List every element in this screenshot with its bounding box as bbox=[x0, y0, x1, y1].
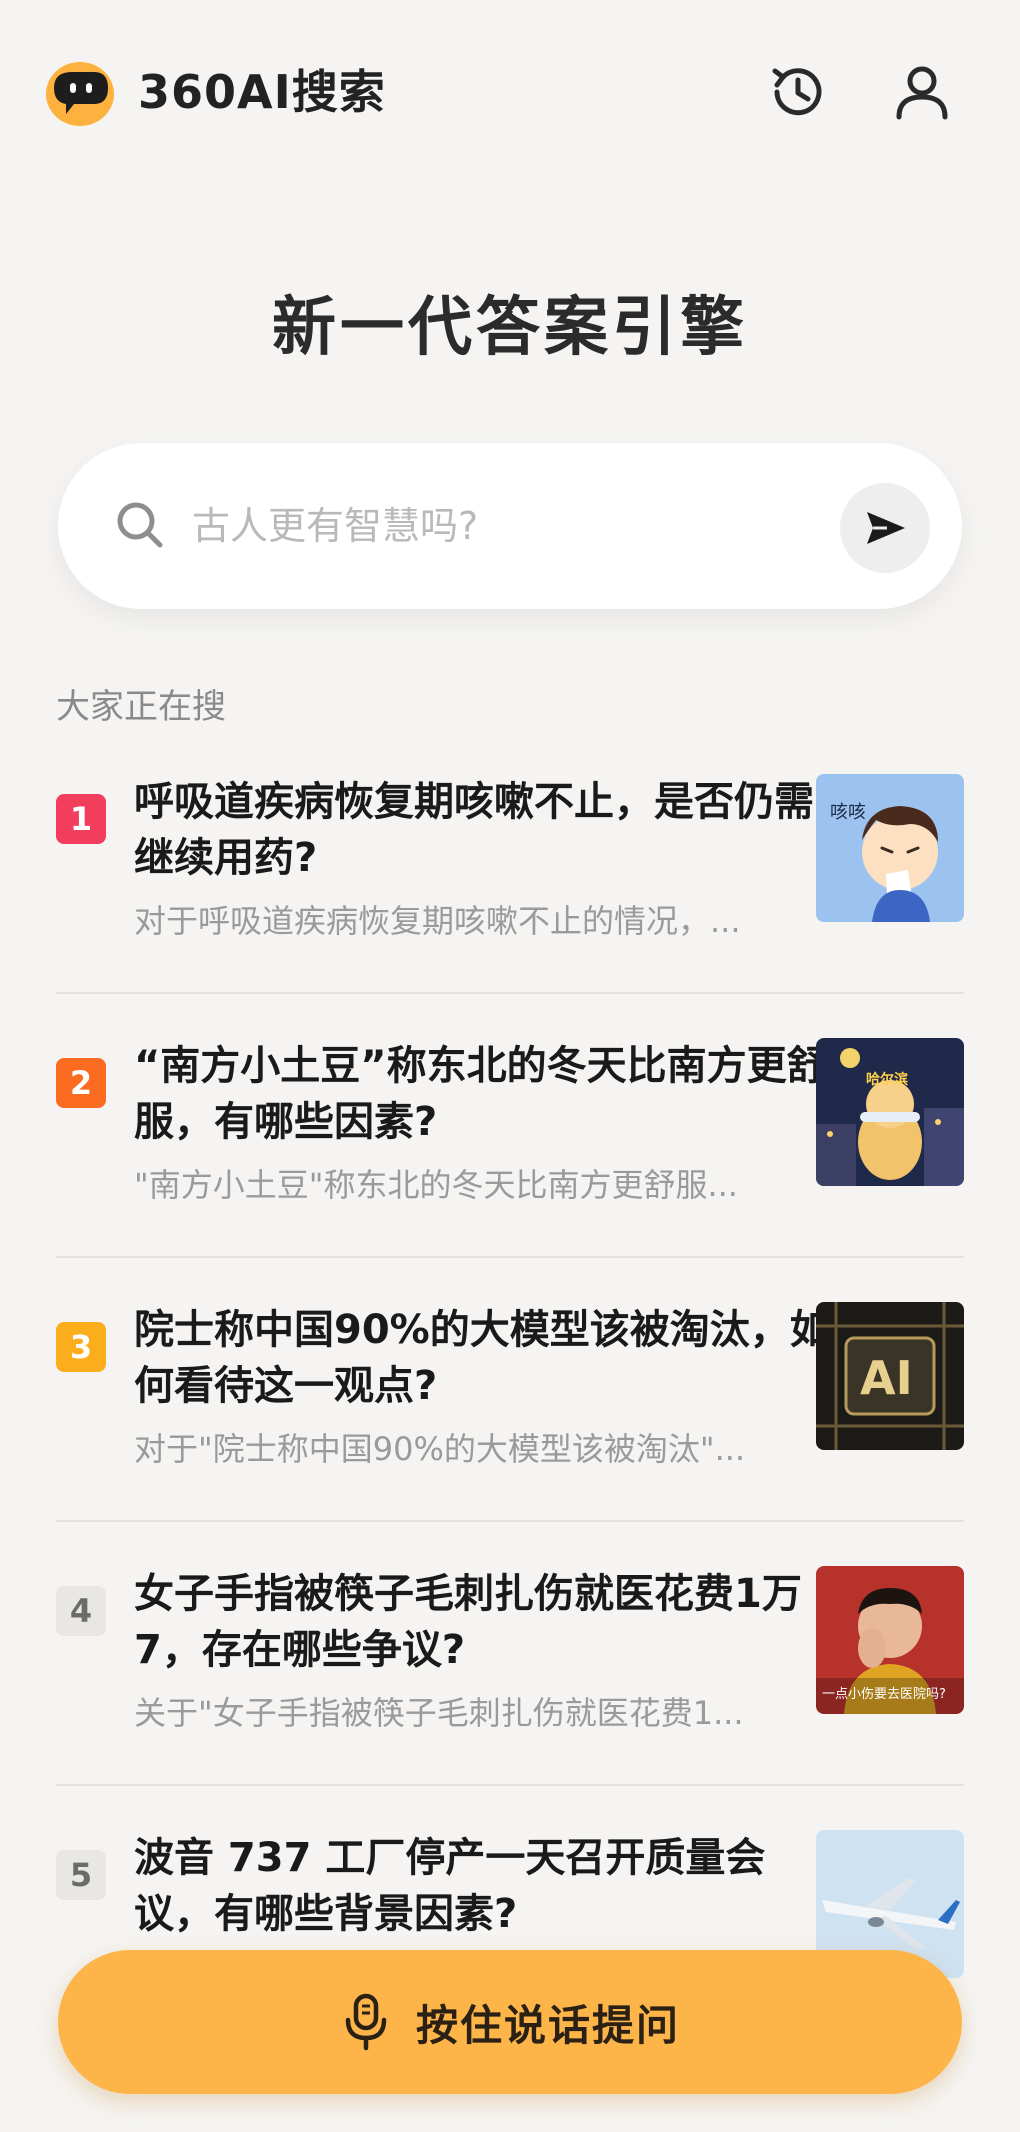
trending-item[interactable]: 3 院士称中国90%的大模型该被淘汰，如何看待这一观点? 对于"院士称中国90%… bbox=[56, 1302, 964, 1566]
home-page: 360AI搜索 新一代答案引擎 古人更有智慧吗? 大家正在搜 1 呼吸道疾病恢复… bbox=[0, 0, 1020, 2132]
send-arrow-icon bbox=[867, 512, 905, 544]
user-button[interactable] bbox=[886, 56, 958, 128]
rank-badge: 1 bbox=[56, 794, 106, 844]
question-thumbnail[interactable]: AI bbox=[816, 1302, 964, 1450]
trending-item[interactable]: 2 “南方小土豆”称东北的冬天比南方更舒服，有哪些因素? "南方小土豆"称东北的… bbox=[56, 1038, 964, 1302]
voice-button-label: 按住说话提问 bbox=[415, 2000, 680, 2050]
coughing-boy-illustration: 咳咳 bbox=[816, 774, 964, 922]
question-thumbnail[interactable]: 咳咳 bbox=[816, 774, 964, 922]
question-title[interactable]: 院士称中国90%的大模型该被淘汰，如何看待这一观点? bbox=[134, 1302, 842, 1414]
snow-city-illustration: 哈尔滨 bbox=[816, 1038, 964, 1186]
rank-badge: 5 bbox=[56, 1850, 106, 1900]
thumbnail-caption: AI bbox=[860, 1351, 913, 1405]
divider bbox=[56, 1520, 964, 1522]
microphone-icon bbox=[345, 1993, 387, 2051]
trending-item[interactable]: 4 女子手指被筷子毛刺扎伤就医花费1万7，存在哪些争议? 关于"女子手指被筷子毛… bbox=[56, 1566, 964, 1830]
divider bbox=[56, 1784, 964, 1786]
logo-icon[interactable] bbox=[44, 58, 116, 128]
trending-label: 大家正在搜 bbox=[56, 687, 226, 727]
trending-item[interactable]: 1 呼吸道疾病恢复期咳嗽不止，是否仍需继续用药? 对于呼吸道疾病恢复期咳嗽不止的… bbox=[56, 774, 964, 1038]
search-box[interactable] bbox=[58, 443, 962, 609]
thumbnail-caption: 哈尔滨 bbox=[866, 1071, 908, 1088]
question-title[interactable]: 女子手指被筷子毛刺扎伤就医花费1万7，存在哪些争议? bbox=[134, 1566, 842, 1678]
question-thumbnail[interactable]: 一点小伤要去医院吗? bbox=[816, 1566, 964, 1714]
rank-badge: 4 bbox=[56, 1586, 106, 1636]
history-clock-icon bbox=[772, 68, 822, 116]
question-title[interactable]: “南方小土豆”称东北的冬天比南方更舒服，有哪些因素? bbox=[134, 1038, 842, 1150]
history-button[interactable] bbox=[762, 56, 834, 128]
user-profile-icon bbox=[896, 66, 948, 120]
send-button[interactable] bbox=[840, 483, 930, 573]
rank-badge: 3 bbox=[56, 1322, 106, 1372]
question-snippet: 对于呼吸道疾病恢复期咳嗽不止的情况，... bbox=[134, 902, 741, 940]
search-input[interactable] bbox=[192, 483, 752, 569]
question-snippet: "南方小土豆"称东北的冬天比南方更舒服... bbox=[134, 1166, 738, 1204]
question-title[interactable]: 呼吸道疾病恢复期咳嗽不止，是否仍需继续用药? bbox=[134, 774, 842, 886]
question-snippet: 对于"院士称中国90%的大模型该被淘汰"... bbox=[134, 1430, 746, 1468]
top-header: 360AI搜索 bbox=[0, 0, 1020, 190]
question-title[interactable]: 波音 737 工厂停产一天召开质量会议，有哪些背景因素? bbox=[134, 1830, 842, 1942]
voice-ask-button[interactable]: 按住说话提问 bbox=[58, 1950, 962, 2094]
brand-name: 360AI搜索 bbox=[138, 65, 386, 119]
search-icon bbox=[117, 502, 163, 548]
ai-chip-illustration: AI bbox=[816, 1302, 964, 1450]
video-person-illustration: 一点小伤要去医院吗? bbox=[816, 1566, 964, 1714]
hero-title: 新一代答案引擎 bbox=[272, 291, 748, 365]
question-thumbnail[interactable]: 哈尔滨 bbox=[816, 1038, 964, 1186]
thumbnail-caption: 一点小伤要去医院吗? bbox=[822, 1687, 946, 1702]
divider bbox=[56, 992, 964, 994]
rank-badge: 2 bbox=[56, 1058, 106, 1108]
divider bbox=[56, 1256, 964, 1258]
thumbnail-caption: 咳咳 bbox=[830, 802, 866, 823]
question-snippet: 关于"女子手指被筷子毛刺扎伤就医花费1... bbox=[134, 1694, 744, 1732]
